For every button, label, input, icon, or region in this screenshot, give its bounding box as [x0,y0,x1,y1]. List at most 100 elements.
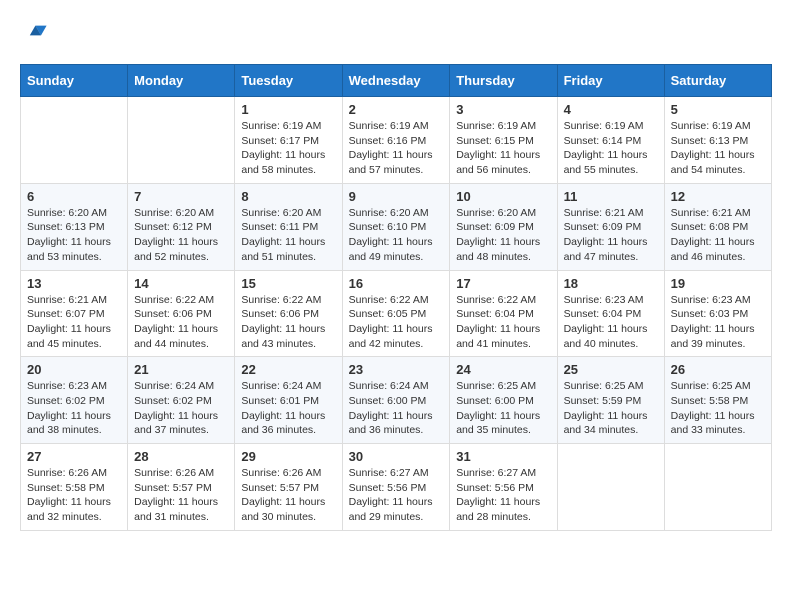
calendar-cell: 16 Sunrise: 6:22 AM Sunset: 6:05 PM Dayli… [342,270,450,357]
calendar-cell: 20Sunrise: 6:23 AM Sunset: 6:02 PM Dayli… [21,357,128,444]
day-number: 19 [671,276,765,291]
generalblue-logo-icon [20,20,48,48]
day-info: Sunrise: 6:26 AM Sunset: 5:57 PM Dayligh… [134,466,228,525]
day-number: 31 [456,449,550,464]
calendar-cell [664,444,771,531]
weekday-header-row: SundayMondayTuesdayWednesdayThursdayFrid… [21,65,772,97]
day-number: 21 [134,362,228,377]
day-info: Sunrise: 6:19 AM Sunset: 6:14 PM Dayligh… [564,119,658,178]
day-number: 1 [241,102,335,117]
day-number: 13 [27,276,121,291]
calendar-cell: 24 Sunrise: 6:25 AM Sunset: 6:00 PM Dayli… [450,357,557,444]
day-info: Sunrise: 6:26 AM Sunset: 5:58 PM Dayligh… [27,466,121,525]
day-info: Sunrise: 6:25 AM Sunset: 6:00 PM Dayligh… [456,379,550,438]
day-info: Sunrise: 6:24 AM Sunset: 6:02 PM Dayligh… [134,379,228,438]
day-info: Sunrise: 6:22 AM Sunset: 6:04 PM Dayligh… [456,293,550,352]
day-number: 5 [671,102,765,117]
day-number: 23 [349,362,444,377]
weekday-header-tuesday: Tuesday [235,65,342,97]
calendar-cell: 28 Sunrise: 6:26 AM Sunset: 5:57 PM Dayli… [128,444,235,531]
calendar-cell: 29 Sunrise: 6:26 AM Sunset: 5:57 PM Dayli… [235,444,342,531]
day-info: Sunrise: 6:23 AM Sunset: 6:03 PM Dayligh… [671,293,765,352]
calendar-cell: 4Sunrise: 6:19 AM Sunset: 6:14 PM Daylig… [557,97,664,184]
day-info: Sunrise: 6:25 AM Sunset: 5:59 PM Dayligh… [564,379,658,438]
day-number: 12 [671,189,765,204]
day-info: Sunrise: 6:21 AM Sunset: 6:07 PM Dayligh… [27,293,121,352]
weekday-header-friday: Friday [557,65,664,97]
calendar-cell [21,97,128,184]
day-info: Sunrise: 6:26 AM Sunset: 5:57 PM Dayligh… [241,466,335,525]
day-info: Sunrise: 6:27 AM Sunset: 5:56 PM Dayligh… [456,466,550,525]
day-info: Sunrise: 6:22 AM Sunset: 6:05 PM Dayligh… [349,293,444,352]
day-info: Sunrise: 6:19 AM Sunset: 6:15 PM Dayligh… [456,119,550,178]
day-info: Sunrise: 6:22 AM Sunset: 6:06 PM Dayligh… [241,293,335,352]
day-number: 6 [27,189,121,204]
day-info: Sunrise: 6:19 AM Sunset: 6:17 PM Dayligh… [241,119,335,178]
day-info: Sunrise: 6:19 AM Sunset: 6:16 PM Dayligh… [349,119,444,178]
calendar-cell: 30 Sunrise: 6:27 AM Sunset: 5:56 PM Dayli… [342,444,450,531]
weekday-header-saturday: Saturday [664,65,771,97]
weekday-header-thursday: Thursday [450,65,557,97]
weekday-header-sunday: Sunday [21,65,128,97]
calendar-cell: 1 Sunrise: 6:19 AM Sunset: 6:17 PM Daylig… [235,97,342,184]
day-info: Sunrise: 6:21 AM Sunset: 6:08 PM Dayligh… [671,206,765,265]
calendar-cell: 23 Sunrise: 6:24 AM Sunset: 6:00 PM Dayli… [342,357,450,444]
day-number: 25 [564,362,658,377]
day-number: 29 [241,449,335,464]
calendar-cell: 27 Sunrise: 6:26 AM Sunset: 5:58 PM Dayli… [21,444,128,531]
calendar-cell: 9 Sunrise: 6:20 AM Sunset: 6:10 PM Daylig… [342,183,450,270]
day-info: Sunrise: 6:20 AM Sunset: 6:09 PM Dayligh… [456,206,550,265]
calendar-cell: 13 Sunrise: 6:21 AM Sunset: 6:07 PM Dayli… [21,270,128,357]
day-number: 9 [349,189,444,204]
day-info: Sunrise: 6:27 AM Sunset: 5:56 PM Dayligh… [349,466,444,525]
day-info: Sunrise: 6:21 AM Sunset: 6:09 PM Dayligh… [564,206,658,265]
day-info: Sunrise: 6:25 AM Sunset: 5:58 PM Dayligh… [671,379,765,438]
logo [20,20,48,48]
calendar-cell: 15Sunrise: 6:22 AM Sunset: 6:06 PM Dayli… [235,270,342,357]
calendar-week-row: 27 Sunrise: 6:26 AM Sunset: 5:58 PM Dayli… [21,444,772,531]
day-number: 8 [241,189,335,204]
calendar-cell: 7Sunrise: 6:20 AM Sunset: 6:12 PM Daylig… [128,183,235,270]
day-info: Sunrise: 6:19 AM Sunset: 6:13 PM Dayligh… [671,119,765,178]
calendar-cell [128,97,235,184]
day-number: 30 [349,449,444,464]
calendar-week-row: 20Sunrise: 6:23 AM Sunset: 6:02 PM Dayli… [21,357,772,444]
calendar-cell: 31 Sunrise: 6:27 AM Sunset: 5:56 PM Dayli… [450,444,557,531]
calendar-cell: 12 Sunrise: 6:21 AM Sunset: 6:08 PM Dayli… [664,183,771,270]
calendar-cell: 10 Sunrise: 6:20 AM Sunset: 6:09 PM Dayli… [450,183,557,270]
calendar-week-row: 13 Sunrise: 6:21 AM Sunset: 6:07 PM Dayli… [21,270,772,357]
calendar-cell: 14Sunrise: 6:22 AM Sunset: 6:06 PM Dayli… [128,270,235,357]
day-info: Sunrise: 6:24 AM Sunset: 6:01 PM Dayligh… [241,379,335,438]
calendar-cell: 5 Sunrise: 6:19 AM Sunset: 6:13 PM Daylig… [664,97,771,184]
day-info: Sunrise: 6:24 AM Sunset: 6:00 PM Dayligh… [349,379,444,438]
calendar-cell: 22 Sunrise: 6:24 AM Sunset: 6:01 PM Dayli… [235,357,342,444]
day-number: 27 [27,449,121,464]
day-number: 28 [134,449,228,464]
calendar-cell: 6Sunrise: 6:20 AM Sunset: 6:13 PM Daylig… [21,183,128,270]
day-info: Sunrise: 6:20 AM Sunset: 6:12 PM Dayligh… [134,206,228,265]
calendar-cell: 26 Sunrise: 6:25 AM Sunset: 5:58 PM Dayli… [664,357,771,444]
calendar-cell: 3 Sunrise: 6:19 AM Sunset: 6:15 PM Daylig… [450,97,557,184]
day-info: Sunrise: 6:20 AM Sunset: 6:11 PM Dayligh… [241,206,335,265]
day-number: 10 [456,189,550,204]
calendar-week-row: 1 Sunrise: 6:19 AM Sunset: 6:17 PM Daylig… [21,97,772,184]
day-number: 2 [349,102,444,117]
calendar-cell: 2 Sunrise: 6:19 AM Sunset: 6:16 PM Daylig… [342,97,450,184]
weekday-header-wednesday: Wednesday [342,65,450,97]
day-info: Sunrise: 6:20 AM Sunset: 6:10 PM Dayligh… [349,206,444,265]
weekday-header-monday: Monday [128,65,235,97]
calendar-cell: 17Sunrise: 6:22 AM Sunset: 6:04 PM Dayli… [450,270,557,357]
day-number: 16 [349,276,444,291]
calendar-cell: 11 Sunrise: 6:21 AM Sunset: 6:09 PM Dayli… [557,183,664,270]
calendar-cell: 18Sunrise: 6:23 AM Sunset: 6:04 PM Dayli… [557,270,664,357]
day-number: 26 [671,362,765,377]
day-number: 11 [564,189,658,204]
calendar-cell [557,444,664,531]
day-info: Sunrise: 6:23 AM Sunset: 6:02 PM Dayligh… [27,379,121,438]
day-number: 22 [241,362,335,377]
day-number: 3 [456,102,550,117]
calendar-cell: 21 Sunrise: 6:24 AM Sunset: 6:02 PM Dayli… [128,357,235,444]
day-info: Sunrise: 6:23 AM Sunset: 6:04 PM Dayligh… [564,293,658,352]
calendar-cell: 19 Sunrise: 6:23 AM Sunset: 6:03 PM Dayli… [664,270,771,357]
day-number: 24 [456,362,550,377]
